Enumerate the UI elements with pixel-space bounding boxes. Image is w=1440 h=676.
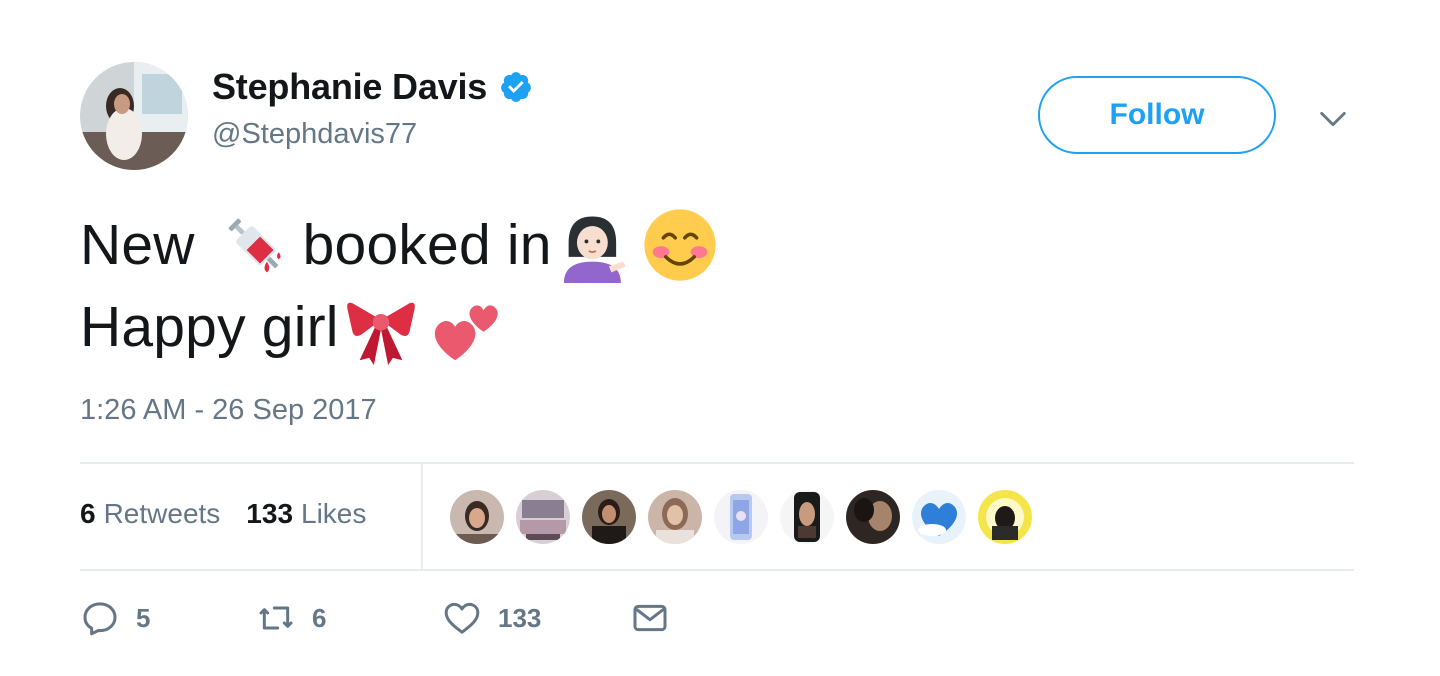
chevron-down-icon[interactable]: [1316, 102, 1350, 136]
reply-count: 5: [136, 602, 151, 633]
divider-top: [80, 462, 1354, 464]
likers-avatars: [450, 490, 1044, 544]
syringe-emoji: [228, 218, 281, 273]
liker-avatar[interactable]: [450, 490, 504, 544]
like-count: 133: [498, 602, 542, 633]
author-avatar[interactable]: [80, 62, 188, 170]
liker-avatar[interactable]: [978, 490, 1032, 544]
tweet-timestamp[interactable]: 1:26 AM - 26 Sep 2017: [80, 394, 377, 427]
author-display-name[interactable]: Stephanie Davis: [212, 66, 487, 108]
smiling-face-emoji: [644, 209, 716, 281]
likes-stat[interactable]: 133 Likes: [246, 498, 366, 530]
tweet-line-2: Happy girl: [80, 286, 718, 368]
tweet-action-bar: 5 6 133: [80, 598, 686, 638]
divider-vertical: [421, 464, 423, 570]
tweet-text-new: New: [80, 213, 195, 277]
retweets-stat[interactable]: 6 Retweets: [80, 498, 220, 530]
liker-avatar[interactable]: [714, 490, 768, 544]
follow-button[interactable]: Follow: [1038, 76, 1276, 154]
tweet-text-happy-girl: Happy girl: [80, 295, 339, 359]
direct-message-action[interactable]: [630, 598, 686, 638]
likes-count: 133: [246, 498, 294, 529]
two-hearts-emoji: [434, 305, 498, 361]
reply-icon: [83, 602, 117, 636]
avatar-photo: [80, 62, 188, 170]
tweet-stats: 6 Retweets 133 Likes: [80, 498, 392, 530]
retweet-action[interactable]: 6: [256, 598, 442, 638]
tweet-text-booked-in: booked in: [302, 213, 552, 277]
verified-badge-icon: [501, 72, 531, 102]
liker-avatar[interactable]: [516, 490, 570, 544]
likes-label: Likes: [301, 498, 367, 529]
like-action[interactable]: 133: [442, 598, 630, 638]
author-name-row[interactable]: Stephanie Davis: [212, 66, 533, 108]
tweet-text: New booked in Happy girl: [80, 204, 718, 368]
retweets-label: Retweets: [103, 498, 221, 529]
liker-avatar[interactable]: [846, 490, 900, 544]
retweets-count: 6: [80, 498, 96, 529]
author-handle[interactable]: @Stephdavis77: [212, 118, 417, 151]
reply-action[interactable]: 5: [80, 598, 256, 638]
heart-icon: [444, 602, 480, 634]
woman-tipping-hand-emoji: [563, 216, 626, 283]
divider-bottom: [80, 569, 1354, 571]
retweet-icon: [259, 606, 293, 630]
liker-avatar[interactable]: [648, 490, 702, 544]
liker-avatar[interactable]: [780, 490, 834, 544]
ribbon-emoji: [346, 302, 415, 365]
tweet-line-1: New booked in: [80, 204, 718, 286]
retweet-count: 6: [312, 602, 327, 633]
liker-avatar[interactable]: [912, 490, 966, 544]
envelope-icon: [633, 604, 667, 632]
liker-avatar[interactable]: [582, 490, 636, 544]
